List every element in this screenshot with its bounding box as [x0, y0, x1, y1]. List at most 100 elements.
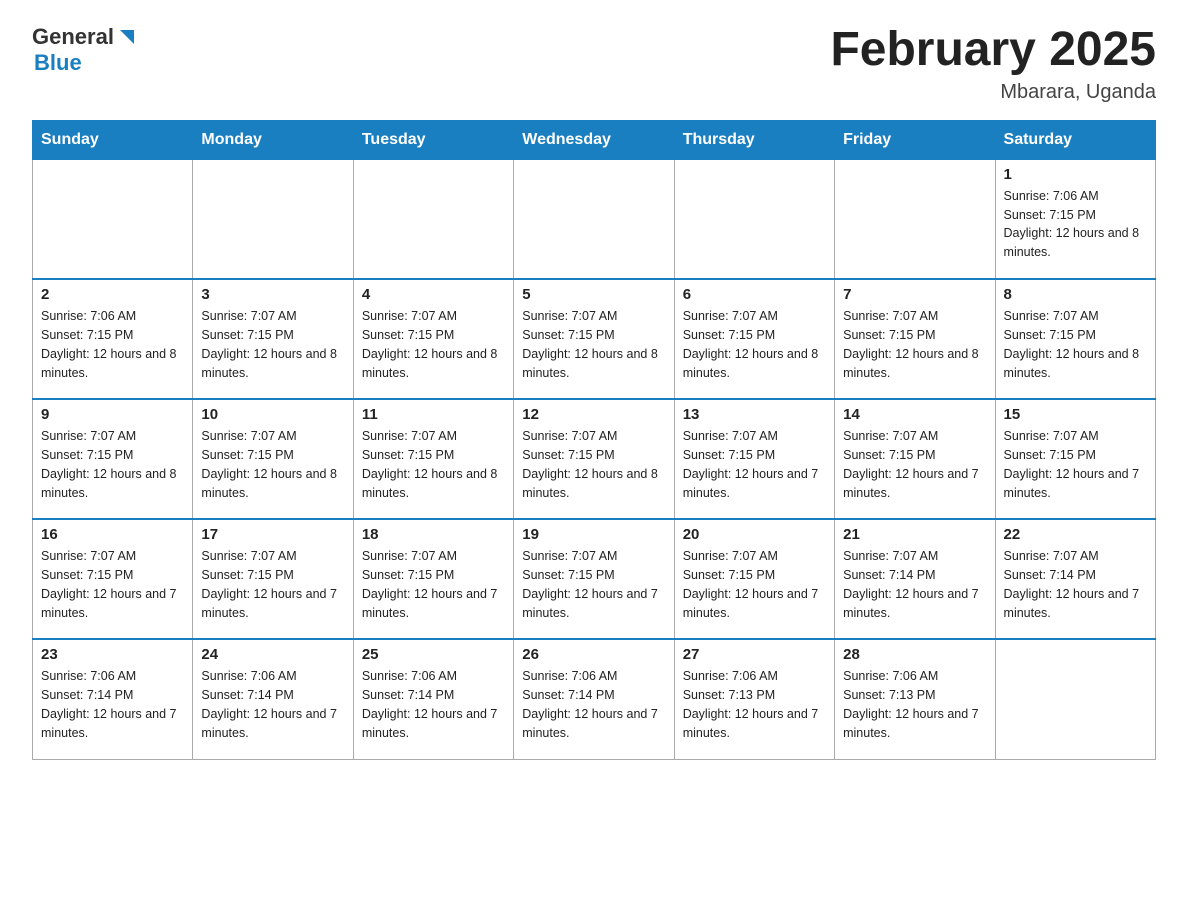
- day-number: 28: [843, 646, 986, 663]
- col-monday: Monday: [193, 120, 353, 159]
- day-number: 18: [362, 526, 505, 543]
- day-info: Sunrise: 7:07 AMSunset: 7:15 PMDaylight:…: [522, 547, 665, 622]
- logo-blue-text: Blue: [34, 50, 82, 76]
- calendar-cell: 4Sunrise: 7:07 AMSunset: 7:15 PMDaylight…: [353, 279, 513, 399]
- calendar-cell: [995, 639, 1155, 759]
- calendar-cell: 7 Sunrise: 7:07 AMSunset: 7:15 PMDaylight…: [835, 279, 995, 399]
- calendar-cell: 3 Sunrise: 7:07 AMSunset: 7:15 PMDaylight…: [193, 279, 353, 399]
- day-number: 22: [1004, 526, 1147, 543]
- day-number: 14: [843, 406, 986, 423]
- day-number: 20: [683, 526, 826, 543]
- day-info: Sunrise: 7:07 AMSunset: 7:15 PMDaylight:…: [1004, 427, 1147, 502]
- day-number: 19: [522, 526, 665, 543]
- day-info: Sunrise: 7:06 AMSunset: 7:13 PMDaylight:…: [843, 667, 986, 742]
- day-number: 16: [41, 526, 184, 543]
- day-number: 15: [1004, 406, 1147, 423]
- calendar-cell: [193, 159, 353, 279]
- day-number: 7: [843, 286, 986, 303]
- day-info: Sunrise: 7:07 AMSunset: 7:15 PMDaylight:…: [362, 427, 505, 502]
- calendar-cell: 13 Sunrise: 7:07 AMSunset: 7:15 PMDayligh…: [674, 399, 834, 519]
- day-number: 21: [843, 526, 986, 543]
- calendar-cell: 22 Sunrise: 7:07 AMSunset: 7:14 PMDayligh…: [995, 519, 1155, 639]
- col-saturday: Saturday: [995, 120, 1155, 159]
- calendar-header-row: Sunday Monday Tuesday Wednesday Thursday…: [33, 120, 1156, 159]
- day-info: Sunrise: 7:07 AMSunset: 7:15 PMDaylight:…: [522, 307, 665, 382]
- calendar-cell: 17 Sunrise: 7:07 AMSunset: 7:15 PMDayligh…: [193, 519, 353, 639]
- calendar-cell: 20 Sunrise: 7:07 AMSunset: 7:15 PMDayligh…: [674, 519, 834, 639]
- day-number: 13: [683, 406, 826, 423]
- day-number: 6: [683, 286, 826, 303]
- calendar-cell: 23 Sunrise: 7:06 AMSunset: 7:14 PMDayligh…: [33, 639, 193, 759]
- day-info: Sunrise: 7:06 AMSunset: 7:14 PMDaylight:…: [41, 667, 184, 742]
- col-friday: Friday: [835, 120, 995, 159]
- calendar-cell: 10Sunrise: 7:07 AMSunset: 7:15 PMDayligh…: [193, 399, 353, 519]
- calendar-cell: 19 Sunrise: 7:07 AMSunset: 7:15 PMDayligh…: [514, 519, 674, 639]
- calendar-cell: [353, 159, 513, 279]
- logo: General Blue: [32, 24, 138, 76]
- day-info: Sunrise: 7:07 AMSunset: 7:15 PMDaylight:…: [1004, 307, 1147, 382]
- col-wednesday: Wednesday: [514, 120, 674, 159]
- day-info: Sunrise: 7:07 AMSunset: 7:15 PMDaylight:…: [683, 427, 826, 502]
- day-number: 8: [1004, 286, 1147, 303]
- calendar-table: Sunday Monday Tuesday Wednesday Thursday…: [32, 120, 1156, 760]
- day-info: Sunrise: 7:06 AMSunset: 7:14 PMDaylight:…: [362, 667, 505, 742]
- month-title: February 2025: [830, 24, 1156, 77]
- calendar-cell: [514, 159, 674, 279]
- day-number: 11: [362, 406, 505, 423]
- day-number: 17: [201, 526, 344, 543]
- day-info: Sunrise: 7:07 AMSunset: 7:15 PMDaylight:…: [683, 307, 826, 382]
- day-info: Sunrise: 7:07 AMSunset: 7:15 PMDaylight:…: [362, 547, 505, 622]
- day-info: Sunrise: 7:07 AMSunset: 7:15 PMDaylight:…: [843, 427, 986, 502]
- title-block: February 2025 Mbarara, Uganda: [830, 24, 1156, 104]
- day-number: 4: [362, 286, 505, 303]
- day-info: Sunrise: 7:07 AMSunset: 7:15 PMDaylight:…: [41, 427, 184, 502]
- logo-triangle-icon: [116, 26, 138, 48]
- day-info: Sunrise: 7:07 AMSunset: 7:15 PMDaylight:…: [201, 547, 344, 622]
- day-number: 25: [362, 646, 505, 663]
- calendar-cell: 12Sunrise: 7:07 AMSunset: 7:15 PMDayligh…: [514, 399, 674, 519]
- day-info: Sunrise: 7:07 AMSunset: 7:15 PMDaylight:…: [683, 547, 826, 622]
- day-info: Sunrise: 7:07 AMSunset: 7:14 PMDaylight:…: [843, 547, 986, 622]
- calendar-cell: 8 Sunrise: 7:07 AMSunset: 7:15 PMDaylight…: [995, 279, 1155, 399]
- day-info: Sunrise: 7:07 AMSunset: 7:15 PMDaylight:…: [201, 427, 344, 502]
- calendar-cell: 15 Sunrise: 7:07 AMSunset: 7:15 PMDayligh…: [995, 399, 1155, 519]
- calendar-cell: 25 Sunrise: 7:06 AMSunset: 7:14 PMDayligh…: [353, 639, 513, 759]
- page-header: General Blue February 2025 Mbarara, Ugan…: [32, 24, 1156, 104]
- calendar-cell: 18 Sunrise: 7:07 AMSunset: 7:15 PMDayligh…: [353, 519, 513, 639]
- calendar-cell: 2 Sunrise: 7:06 AMSunset: 7:15 PMDaylight…: [33, 279, 193, 399]
- day-info: Sunrise: 7:07 AMSunset: 7:15 PMDaylight:…: [522, 427, 665, 502]
- day-number: 9: [41, 406, 184, 423]
- col-thursday: Thursday: [674, 120, 834, 159]
- day-number: 5: [522, 286, 665, 303]
- day-number: 24: [201, 646, 344, 663]
- calendar-cell: [835, 159, 995, 279]
- day-info: Sunrise: 7:06 AMSunset: 7:14 PMDaylight:…: [201, 667, 344, 742]
- day-number: 3: [201, 286, 344, 303]
- calendar-cell: 11 Sunrise: 7:07 AMSunset: 7:15 PMDayligh…: [353, 399, 513, 519]
- day-info: Sunrise: 7:06 AMSunset: 7:14 PMDaylight:…: [522, 667, 665, 742]
- day-info: Sunrise: 7:06 AMSunset: 7:13 PMDaylight:…: [683, 667, 826, 742]
- calendar-cell: 5 Sunrise: 7:07 AMSunset: 7:15 PMDaylight…: [514, 279, 674, 399]
- calendar-cell: 21 Sunrise: 7:07 AMSunset: 7:14 PMDayligh…: [835, 519, 995, 639]
- day-number: 2: [41, 286, 184, 303]
- location: Mbarara, Uganda: [830, 81, 1156, 104]
- col-sunday: Sunday: [33, 120, 193, 159]
- day-number: 27: [683, 646, 826, 663]
- calendar-cell: 24 Sunrise: 7:06 AMSunset: 7:14 PMDayligh…: [193, 639, 353, 759]
- calendar-cell: 28 Sunrise: 7:06 AMSunset: 7:13 PMDayligh…: [835, 639, 995, 759]
- day-number: 26: [522, 646, 665, 663]
- day-info: Sunrise: 7:07 AMSunset: 7:15 PMDaylight:…: [843, 307, 986, 382]
- calendar-cell: 27 Sunrise: 7:06 AMSunset: 7:13 PMDayligh…: [674, 639, 834, 759]
- calendar-cell: 14 Sunrise: 7:07 AMSunset: 7:15 PMDayligh…: [835, 399, 995, 519]
- calendar-cell: 6 Sunrise: 7:07 AMSunset: 7:15 PMDaylight…: [674, 279, 834, 399]
- day-info: Sunrise: 7:06 AMSunset: 7:15 PMDaylight:…: [1004, 187, 1147, 262]
- day-info: Sunrise: 7:07 AMSunset: 7:14 PMDaylight:…: [1004, 547, 1147, 622]
- col-tuesday: Tuesday: [353, 120, 513, 159]
- day-info: Sunrise: 7:06 AMSunset: 7:15 PMDaylight:…: [41, 307, 184, 382]
- calendar-cell: 9 Sunrise: 7:07 AMSunset: 7:15 PMDaylight…: [33, 399, 193, 519]
- day-number: 1: [1004, 166, 1147, 183]
- calendar-cell: 26 Sunrise: 7:06 AMSunset: 7:14 PMDayligh…: [514, 639, 674, 759]
- day-number: 23: [41, 646, 184, 663]
- logo-general-text: General: [32, 24, 114, 50]
- day-info: Sunrise: 7:07 AMSunset: 7:15 PMDaylight:…: [201, 307, 344, 382]
